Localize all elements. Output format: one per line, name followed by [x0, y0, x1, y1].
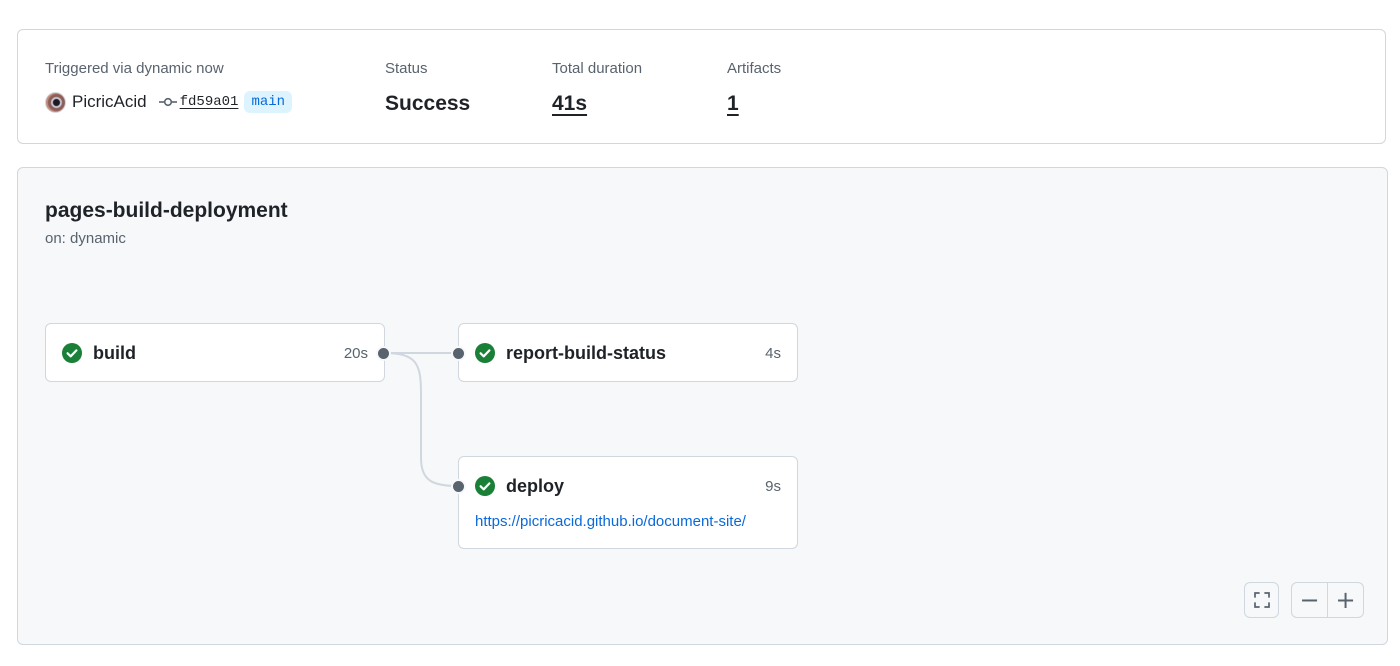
job-name: deploy [506, 475, 565, 496]
duration-section: Total duration 41s [552, 60, 642, 117]
trigger-label: Triggered via dynamic now [45, 60, 224, 77]
deploy-url-link[interactable]: https://picricacid.github.io/document-si… [475, 513, 781, 530]
job-duration: 4s [765, 344, 781, 362]
job-input-dot [451, 346, 466, 361]
duration-link[interactable]: 41s [552, 91, 642, 117]
fullscreen-button[interactable] [1244, 582, 1279, 618]
job-duration: 20s [343, 344, 368, 362]
job-name: build [93, 342, 136, 363]
job-input-dot [451, 479, 466, 494]
workflow-graph-panel[interactable]: pages-build-deployment on: dynamic build… [17, 167, 1388, 645]
zoom-out-button[interactable]: − [1292, 583, 1327, 617]
success-check-icon [475, 343, 495, 363]
status-label: Status [385, 60, 428, 77]
fullscreen-icon [1253, 592, 1270, 608]
actor-name[interactable]: PicricAcid [72, 92, 147, 112]
job-report-build-status[interactable]: report-build-status 4s [458, 323, 798, 382]
job-build[interactable]: build 20s [45, 323, 385, 382]
status-value: Success [385, 92, 471, 115]
success-check-icon [475, 476, 495, 496]
artifacts-link[interactable]: 1 [727, 91, 781, 117]
commit-sha-link[interactable]: fd59a01 [180, 94, 239, 110]
trigger-section: Triggered via dynamic now PicricAcid fd5… [45, 60, 293, 114]
branch-label[interactable]: main [244, 91, 293, 113]
success-check-icon [62, 343, 82, 363]
job-deploy[interactable]: deploy 9s https://picricacid.github.io/d… [458, 456, 798, 549]
job-duration: 9s [765, 477, 781, 495]
avatar[interactable] [45, 91, 66, 113]
run-summary-card: Triggered via dynamic now PicricAcid fd5… [17, 29, 1386, 144]
status-section: Status Success [385, 60, 470, 117]
job-connectors [383, 352, 459, 487]
zoom-controls: − + [1291, 582, 1364, 618]
job-output-dot [376, 346, 391, 361]
job-name: report-build-status [506, 342, 666, 363]
zoom-in-button[interactable]: + [1327, 583, 1363, 617]
artifacts-label: Artifacts [727, 60, 782, 77]
duration-label: Total duration [552, 60, 643, 77]
artifacts-section: Artifacts 1 [727, 60, 781, 117]
commit-icon [158, 97, 177, 107]
